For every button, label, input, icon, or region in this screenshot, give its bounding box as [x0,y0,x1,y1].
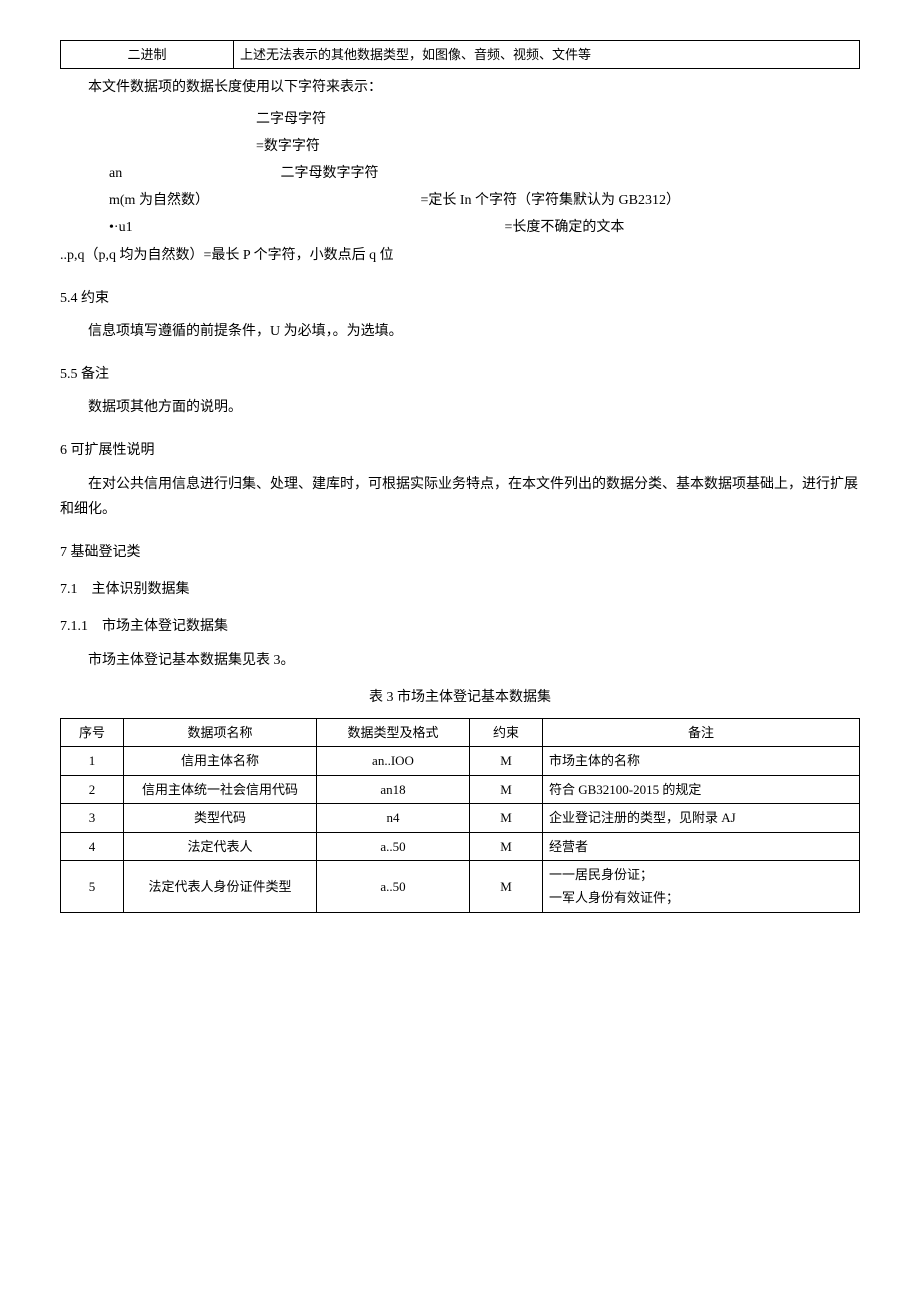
cell: 法定代表人身份证件类型 [124,860,317,912]
top-table: 二进制 上述无法表示的其他数据类型，如图像、音频、视频、文件等 [60,40,860,69]
length-line-4: m(m 为自然数） =定长 In 个字符（字符集默认为 GB2312） [60,188,860,213]
cell: 信用主体统一社会信用代码 [124,775,317,803]
section-6-title: 6 可扩展性说明 [60,438,860,463]
length-intro: 本文件数据项的数据长度使用以下字符来表示： [60,75,860,100]
cell: 5 [61,860,124,912]
section-6-body: 在对公共信用信息进行归集、处理、建库时，可根据实际业务特点，在本文件列出的数据分… [60,472,860,522]
len4-left: m(m 为自然数） [109,188,417,213]
table-row: 1 信用主体名称 an..IOO M 市场主体的名称 [61,747,860,775]
length-line-1: 二字母字符 [60,107,860,132]
cell: M [470,804,543,832]
cell: a..50 [317,832,470,860]
cell: 企业登记注册的类型，见附录 AJ [543,804,860,832]
cell: 符合 GB32100-2015 的规定 [543,775,860,803]
th-format: 数据类型及格式 [317,718,470,746]
cell: 经营者 [543,832,860,860]
section-5-4-body: 信息项填写遵循的前提条件，U 为必填，。为选填。 [60,319,860,344]
section-7-1-1-body: 市场主体登记基本数据集见表 3。 [60,648,860,673]
cell: 3 [61,804,124,832]
section-5-5-body: 数据项其他方面的说明。 [60,395,860,420]
length-line-6: ..p,q（p,q 均为自然数）=最长 P 个字符，小数点后 q 位 [60,243,860,268]
cell: an18 [317,775,470,803]
length-line-2: =数字字符 [60,134,860,159]
len3-right: 二字母数字字符 [281,166,379,181]
len5-left: •·u1 [109,215,501,240]
cell: an..IOO [317,747,470,775]
section-7-1-title: 7.1 主体识别数据集 [60,577,860,602]
cell: 信用主体名称 [124,747,317,775]
cell: 2 [61,775,124,803]
section-7-title: 7 基础登记类 [60,540,860,565]
cell: 1 [61,747,124,775]
length-line-5: •·u1 =长度不确定的文本 [60,215,860,240]
len5-right: =长度不确定的文本 [505,220,625,235]
cell: 法定代表人 [124,832,317,860]
table-row: 2 信用主体统一社会信用代码 an18 M 符合 GB32100-2015 的规… [61,775,860,803]
section-7-1-1-title: 7.1.1 市场主体登记数据集 [60,614,860,639]
th-seq: 序号 [61,718,124,746]
table-3-caption: 表 3 市场主体登记基本数据集 [60,685,860,710]
length-line-3: an 二字母数字字符 [60,161,860,186]
th-name: 数据项名称 [124,718,317,746]
top-table-cell-type: 二进制 [61,41,234,69]
cell: 类型代码 [124,804,317,832]
cell: M [470,747,543,775]
section-5-5-title: 5.5 备注 [60,362,860,387]
cell: M [470,860,543,912]
th-remark: 备注 [543,718,860,746]
table-3: 序号 数据项名称 数据类型及格式 约束 备注 1 信用主体名称 an..IOO … [60,718,860,913]
section-5-4-title: 5.4 约束 [60,286,860,311]
cell: M [470,832,543,860]
cell: a..50 [317,860,470,912]
len3-left: an [109,161,277,186]
cell: 一一居民身份证； 一军人身份有效证件； [543,860,860,912]
table-row: 序号 数据项名称 数据类型及格式 约束 备注 [61,718,860,746]
th-constraint: 约束 [470,718,543,746]
cell: 市场主体的名称 [543,747,860,775]
table-row: 4 法定代表人 a..50 M 经营者 [61,832,860,860]
len4-right: =定长 In 个字符（字符集默认为 GB2312） [421,193,681,208]
cell: n4 [317,804,470,832]
cell: 4 [61,832,124,860]
table-row: 3 类型代码 n4 M 企业登记注册的类型，见附录 AJ [61,804,860,832]
cell: M [470,775,543,803]
table-row: 5 法定代表人身份证件类型 a..50 M 一一居民身份证； 一军人身份有效证件… [61,860,860,912]
top-table-cell-desc: 上述无法表示的其他数据类型，如图像、音频、视频、文件等 [234,41,860,69]
